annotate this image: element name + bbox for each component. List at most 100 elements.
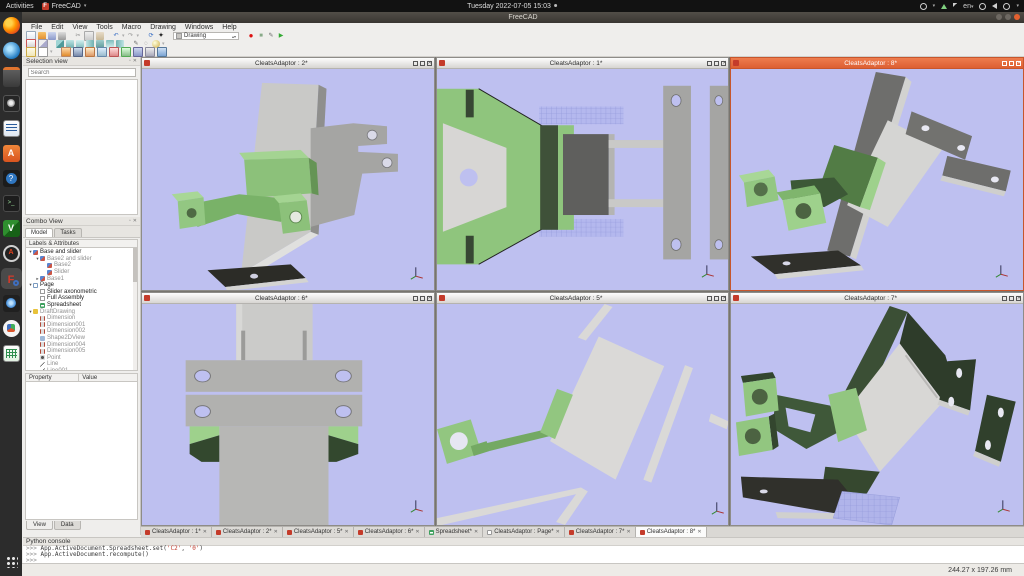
document-tab[interactable]: Spreadsheet*✕ [425,527,484,537]
redo-icon[interactable]: ↷ [127,32,135,40]
freecad-dock-icon[interactable]: F [3,270,20,287]
undo-icon[interactable]: ↶ [112,32,120,40]
firefox-dock-icon[interactable] [3,17,20,34]
value-column-label[interactable]: Value [79,374,97,381]
drawing-save-page-icon[interactable] [133,47,143,57]
tree-item[interactable]: Point [26,355,137,362]
print-icon[interactable] [58,32,66,40]
visibility-checkbox[interactable] [40,289,45,294]
tree-item[interactable]: ▾DraftDrawing [26,308,137,315]
save-document-icon[interactable] [48,32,56,40]
document-tab[interactable]: CleatsAdaptor : 8*✕ [636,527,707,537]
menu-drawing[interactable]: Drawing [150,24,176,31]
tree-scrollbar[interactable] [133,248,137,370]
macro-record-icon[interactable]: ● [247,32,255,40]
drawing-spreadsheet-view-icon[interactable] [121,47,131,57]
refresh-icon[interactable]: ⟳ [147,32,155,40]
drawing-symbol-icon[interactable] [97,47,107,57]
drawing-clip-icon[interactable] [85,47,95,57]
redo-dropdown-icon[interactable]: ▾ [137,33,140,39]
remmina-dock-icon[interactable]: A [3,245,20,262]
search-input[interactable] [28,68,136,77]
bluetooth-icon[interactable] [953,3,957,9]
menu-file[interactable]: File [31,24,42,31]
system-tray[interactable]: ▾ en▾ ▾ [920,0,1019,12]
tab-close-icon[interactable]: ✕ [556,529,560,535]
tab-model[interactable]: Model [25,228,53,237]
tree-item[interactable]: Shape2DView [26,335,137,342]
document-tab[interactable]: CleatsAdaptor : 5*✕ [283,527,354,537]
tab-view[interactable]: View [26,521,53,530]
child-minimize-button[interactable] [1002,61,1007,66]
appblue-dock-icon[interactable] [3,295,20,312]
tree-item[interactable]: Slider [26,269,137,276]
3d-view-canvas[interactable] [142,304,434,525]
child-close-button[interactable]: ✕ [1016,296,1021,301]
tree-item[interactable]: Dimension001 [26,322,137,329]
menu-help[interactable]: Help [222,24,236,31]
document-tab[interactable]: CleatsAdaptor : 1*✕ [141,527,212,537]
panel-close-icon[interactable]: ✕ [133,218,137,224]
keyboard-indicator-icon[interactable] [920,3,927,10]
panel-close-icon[interactable]: ✕ [133,58,137,64]
thunderbird-dock-icon[interactable] [3,42,20,59]
tree-item[interactable]: Base2 [26,262,137,269]
property-table-body[interactable] [25,382,138,520]
software-dock-icon[interactable]: A [3,145,20,162]
vim-dock-icon[interactable]: V [3,220,20,237]
tab-data[interactable]: Data [54,521,81,530]
child-window-titlebar[interactable]: CleatsAdaptor : 5* ✕ [437,293,729,304]
tree-item[interactable]: ▾Page [26,282,137,289]
document-tab[interactable]: CleatsAdaptor : 2*✕ [212,527,283,537]
child-window-titlebar[interactable]: CleatsAdaptor : 2* ✕ [142,58,434,69]
drawing-insert-view-icon[interactable] [61,47,71,57]
show-applications-icon[interactable] [5,555,18,568]
child-minimize-button[interactable] [707,61,712,66]
child-maximize-button[interactable] [420,296,425,301]
network-icon[interactable] [941,4,947,9]
tree-item[interactable]: Spreadsheet [26,302,137,309]
window-titlebar[interactable]: FreeCAD [22,12,1024,23]
terminal-dock-icon[interactable]: >_ [3,195,20,212]
tab-close-icon[interactable]: ✕ [203,529,207,535]
tab-tasks[interactable]: Tasks [54,228,81,237]
tree-item[interactable]: Slider axonometric [26,289,137,296]
tab-close-icon[interactable]: ✕ [474,529,478,535]
child-maximize-button[interactable] [1009,296,1014,301]
combo-view-titlebar[interactable]: Combo View ▫✕ [23,217,140,226]
tab-close-icon[interactable]: ✕ [274,529,278,535]
child-close-button[interactable]: ✕ [721,61,726,66]
menu-tools[interactable]: Tools [96,24,112,31]
language-indicator[interactable]: en▾ [963,3,973,10]
activities-button[interactable]: Activities [6,3,34,10]
app3d-dock-icon[interactable] [3,320,20,337]
tree-item[interactable]: ▾Base2 and slider [26,256,137,263]
child-minimize-button[interactable] [1002,296,1007,301]
workbench-selector[interactable]: Drawing ▴▾ [173,32,239,40]
undo-dropdown-icon[interactable]: ▾ [122,33,125,39]
menu-view[interactable]: View [72,24,87,31]
child-window-titlebar[interactable]: CleatsAdaptor : 7* ✕ [731,293,1023,304]
menu-windows[interactable]: Windows [185,24,213,31]
document-tab[interactable]: CleatsAdaptor : 6*✕ [354,527,425,537]
child-window-titlebar[interactable]: CleatsAdaptor : 1* ✕ [437,58,729,69]
child-window-titlebar[interactable]: CleatsAdaptor : 8* ✕ [731,58,1023,69]
child-close-button[interactable]: ✕ [721,296,726,301]
tab-close-icon[interactable]: ✕ [345,529,349,535]
child-window-titlebar[interactable]: CleatsAdaptor : 6* ✕ [142,293,434,304]
child-maximize-button[interactable] [714,296,719,301]
drawing-landscape-icon[interactable] [38,47,48,57]
drawing-annotation-icon[interactable] [73,47,83,57]
drawing-draft-view-icon[interactable] [109,47,119,57]
property-column-label[interactable]: Property [26,374,79,381]
tab-close-icon[interactable]: ✕ [415,529,419,535]
drawing-open-browser-icon[interactable] [157,47,167,57]
panel-float-icon[interactable]: ▫ [129,58,131,64]
child-minimize-button[interactable] [707,296,712,301]
drawing-project-icon[interactable] [145,47,155,57]
tree-item[interactable]: Dimension005 [26,348,137,355]
calc-dock-icon[interactable] [3,345,20,362]
tree-item[interactable]: ▾Base and slider [26,249,137,256]
drawing-new-page-icon[interactable] [26,47,36,57]
drawing-page-dropdown-icon[interactable]: ▾ [50,49,53,55]
